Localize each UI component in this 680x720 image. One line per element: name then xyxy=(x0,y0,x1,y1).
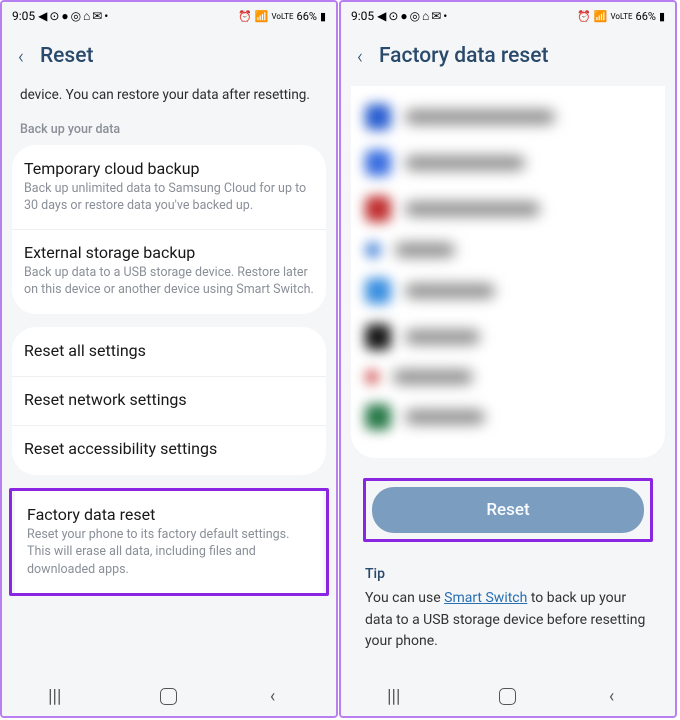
list-item xyxy=(351,314,665,360)
tip-body: You can use Smart Switch to back up your… xyxy=(341,588,675,653)
account-list-blurred xyxy=(351,86,665,458)
battery-text: 66% xyxy=(636,10,656,23)
item-title: Reset accessibility settings xyxy=(24,439,314,458)
status-time: 9:05 xyxy=(12,9,35,23)
page-title: Reset xyxy=(40,44,94,68)
external-storage-backup[interactable]: External storage backup Back up data to … xyxy=(12,229,326,313)
back-icon[interactable]: ‹ xyxy=(357,44,363,68)
battery-text: 66% xyxy=(297,10,317,23)
item-sub: Back up data to a USB storage device. Re… xyxy=(24,264,314,299)
smart-switch-link[interactable]: Smart Switch xyxy=(444,590,527,606)
list-item xyxy=(351,394,665,440)
recents-icon[interactable]: ||| xyxy=(48,686,68,706)
status-bar: 9:05 ◀ ⊙ ● ◎ ⌂ ✉ • ⏰ 📶 VoLTE 66% ▮ xyxy=(341,2,675,30)
status-left-icons: ◀ ⊙ ● ◎ ⌂ ✉ • xyxy=(377,9,447,23)
reset-accessibility-settings[interactable]: Reset accessibility settings xyxy=(12,425,326,474)
android-nav-bar: ||| ‹ xyxy=(341,676,675,716)
home-icon[interactable] xyxy=(160,688,177,705)
backup-card: Temporary cloud backup Back up unlimited… xyxy=(12,145,326,314)
item-title: External storage backup xyxy=(24,243,314,262)
phone-left: 9:05 ◀ ⊙ ● ◎ ⌂ ✉ • ⏰ 📶 VoLTE 66% ▮ ‹ Res… xyxy=(0,0,338,718)
battery-icon: ▮ xyxy=(659,10,665,23)
battery-icon: ▮ xyxy=(320,10,326,23)
reset-button[interactable]: Reset xyxy=(372,487,644,533)
reset-options-card: Reset all settings Reset network setting… xyxy=(12,327,326,475)
reset-all-settings[interactable]: Reset all settings xyxy=(12,328,326,376)
intro-text: device. You can restore your data after … xyxy=(2,86,336,116)
home-icon[interactable] xyxy=(499,688,516,705)
tip-heading: Tip xyxy=(341,566,675,588)
item-title: Temporary cloud backup xyxy=(24,159,314,178)
status-time: 9:05 xyxy=(351,9,374,23)
back-nav-icon[interactable]: ‹ xyxy=(270,686,290,706)
item-sub: Reset your phone to its factory default … xyxy=(27,526,311,579)
list-item xyxy=(351,186,665,232)
status-right-icons: ⏰ 📶 xyxy=(238,10,268,23)
reset-button-highlight: Reset xyxy=(363,478,653,542)
item-sub: Back up unlimited data to Samsung Cloud … xyxy=(24,180,314,215)
list-item xyxy=(351,232,665,268)
page-title: Factory data reset xyxy=(379,44,549,68)
recents-icon[interactable]: ||| xyxy=(387,686,407,706)
status-bar: 9:05 ◀ ⊙ ● ◎ ⌂ ✉ • ⏰ 📶 VoLTE 66% ▮ xyxy=(2,2,336,30)
list-item xyxy=(351,94,665,140)
header: ‹ Reset xyxy=(2,30,336,86)
back-icon[interactable]: ‹ xyxy=(18,44,24,68)
network-label: VoLTE xyxy=(610,12,632,21)
list-item xyxy=(351,140,665,186)
factory-reset-highlight: Factory data reset Reset your phone to i… xyxy=(9,488,329,597)
temporary-cloud-backup[interactable]: Temporary cloud backup Back up unlimited… xyxy=(12,146,326,229)
network-label: VoLTE xyxy=(271,12,293,21)
phone-right: 9:05 ◀ ⊙ ● ◎ ⌂ ✉ • ⏰ 📶 VoLTE 66% ▮ ‹ Fac… xyxy=(339,0,677,718)
item-title: Reset network settings xyxy=(24,390,314,409)
status-left-icons: ◀ ⊙ ● ◎ ⌂ ✉ • xyxy=(38,9,108,23)
item-title: Factory data reset xyxy=(27,505,311,524)
section-backup-label: Back up your data xyxy=(2,116,336,145)
list-item xyxy=(351,360,665,394)
factory-data-reset[interactable]: Factory data reset Reset your phone to i… xyxy=(15,492,323,593)
back-nav-icon[interactable]: ‹ xyxy=(609,686,629,706)
status-right-icons: ⏰ 📶 xyxy=(577,10,607,23)
tip-prefix: You can use xyxy=(365,590,444,606)
list-item xyxy=(351,268,665,314)
reset-network-settings[interactable]: Reset network settings xyxy=(12,376,326,425)
item-title: Reset all settings xyxy=(24,341,314,360)
android-nav-bar: ||| ‹ xyxy=(2,676,336,716)
header: ‹ Factory data reset xyxy=(341,30,675,86)
